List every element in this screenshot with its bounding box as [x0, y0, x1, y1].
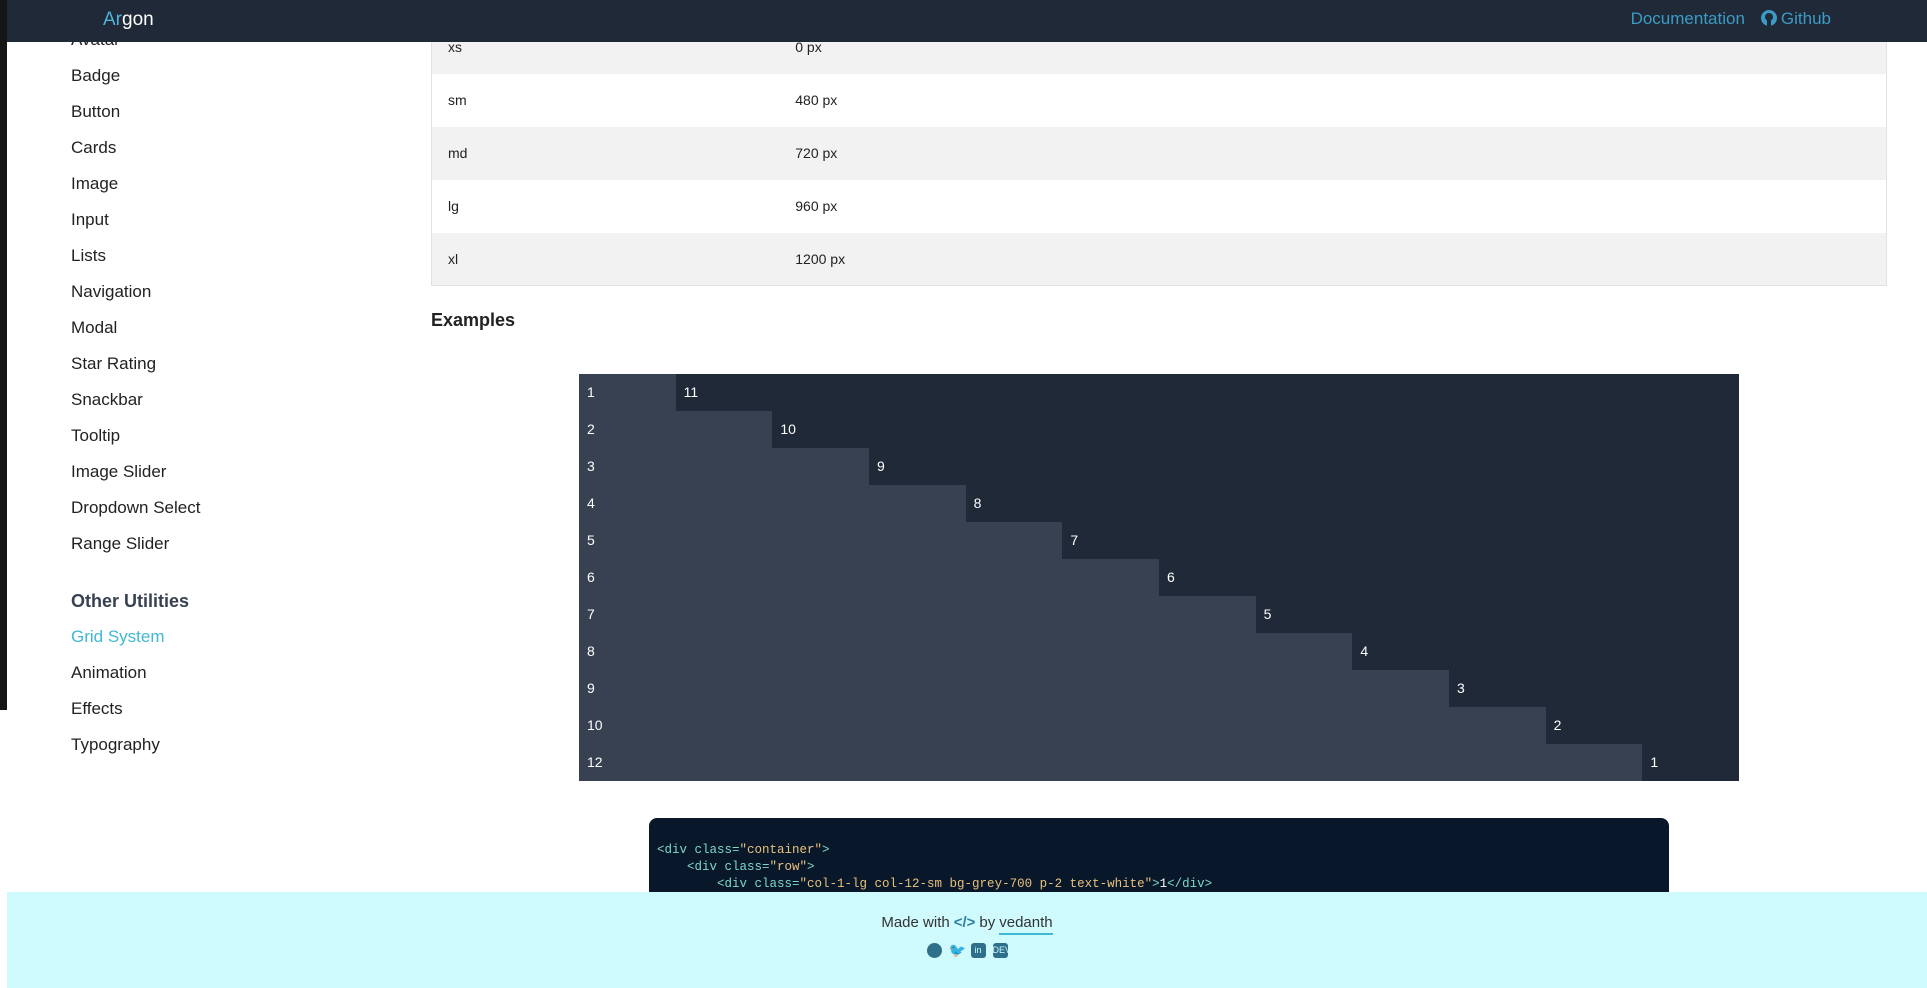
grid-col-right: 1	[1642, 744, 1739, 781]
sidebar-item-tooltip[interactable]: Tooltip	[71, 418, 200, 454]
grid-row: 84	[579, 633, 1739, 670]
breakpoint-width: 480 px	[795, 92, 838, 108]
sidebar-item-navigation[interactable]: Navigation	[71, 274, 200, 310]
github-icon	[1760, 10, 1777, 26]
sidebar: AvatarBadgeButtonCardsImageInputListsNav…	[71, 22, 200, 763]
examples-heading: Examples	[431, 310, 516, 330]
sidebar-section-heading: Other Utilities	[71, 591, 190, 611]
grid-col-right: 2	[1545, 707, 1739, 744]
grid-col-right: 3	[1449, 670, 1739, 707]
sidebar-item-modal[interactable]: Modal	[71, 310, 200, 346]
grid-col-left: 2	[579, 411, 773, 448]
documentation-link[interactable]: Documentation	[1631, 9, 1745, 29]
sidebar-item-animation[interactable]: Animation	[71, 655, 200, 691]
grid-row: 57	[579, 522, 1739, 559]
grid-row: 75	[579, 596, 1739, 633]
table-row: md 720 px	[431, 126, 1887, 180]
grid-row: 12 1	[579, 744, 1739, 781]
sidebar-item-button[interactable]: Button	[71, 94, 200, 130]
breakpoint-name: sm	[448, 92, 467, 108]
grid-col-right: 7	[1062, 522, 1739, 559]
dev-icon[interactable]: DEV	[992, 943, 1011, 958]
breakpoint-width: 960 px	[795, 198, 838, 214]
linkedin-icon[interactable]: in	[970, 943, 986, 958]
grid-col-left: 9	[579, 670, 1449, 707]
grid-row: 10 2	[579, 707, 1739, 744]
sidebar-item-dropdown-select[interactable]: Dropdown Select	[71, 490, 200, 526]
sidebar-item-range-slider[interactable]: Range Slider	[71, 526, 200, 562]
sidebar-item-image[interactable]: Image	[71, 166, 200, 202]
sidebar-item-snackbar[interactable]: Snackbar	[71, 382, 200, 418]
twitter-icon[interactable]: 🐦	[949, 943, 966, 958]
grid-col-right: 5	[1255, 596, 1739, 633]
table-row: xl 1200 px	[431, 232, 1887, 286]
grid-col-left: 7	[579, 596, 1256, 633]
github-icon[interactable]	[926, 943, 942, 958]
grid-col-right: 4	[1352, 633, 1739, 670]
sidebar-item-badge[interactable]: Badge	[71, 58, 200, 94]
author-link[interactable]: vedanth	[999, 914, 1053, 935]
grid-col-right: 9	[869, 448, 1739, 485]
background-window-edge	[0, 0, 7, 710]
top-navbar: Argon Documentation Github	[7, 0, 1927, 42]
breakpoint-width: 720 px	[795, 145, 838, 161]
grid-row: 48	[579, 485, 1739, 522]
github-link[interactable]: Github	[1760, 9, 1831, 29]
grid-example: 1 11 2 10 3 9 4 8 5 7 6 6 7 5 8 4 9 3 10 2 12 1	[579, 374, 1739, 781]
grid-row: 66	[579, 559, 1739, 596]
grid-col-right: 8	[965, 485, 1739, 522]
breakpoint-width: 1200 px	[795, 250, 846, 267]
grid-col-left: 12	[579, 744, 1643, 781]
grid-col-right: 6	[1159, 559, 1739, 596]
sidebar-item-lists[interactable]: Lists	[71, 238, 200, 274]
footer: Made with </> by vedanth 🐦 in DEV	[7, 892, 1927, 988]
breakpoint-name: md	[448, 145, 468, 161]
grid-col-left: 8	[579, 633, 1353, 670]
sidebar-item-input[interactable]: Input	[71, 202, 200, 238]
breakpoint-name: xl	[448, 250, 459, 267]
grid-row: 1 11	[579, 374, 1739, 411]
table-row: lg 960 px	[432, 180, 1887, 233]
sidebar-item-image-slider[interactable]: Image Slider	[71, 454, 200, 490]
table-row: sm 480 px	[432, 74, 1887, 127]
grid-col-right: 11	[675, 374, 1739, 411]
grid-col-left: 1	[579, 374, 676, 411]
sidebar-item-effects[interactable]: Effects	[71, 691, 200, 727]
grid-col-left: 5	[579, 522, 1063, 559]
grid-col-left: 4	[579, 485, 966, 522]
grid-row: 93	[579, 670, 1739, 707]
grid-col-left: 3	[579, 448, 869, 485]
logo[interactable]: Argon	[103, 9, 154, 31]
grid-col-left: 10	[579, 707, 1546, 744]
grid-row: 2 10	[579, 411, 1739, 448]
grid-row: 39	[579, 448, 1739, 485]
sidebar-item-star-rating[interactable]: Star Rating	[71, 346, 200, 382]
sidebar-item-grid-system[interactable]: Grid System	[71, 619, 200, 655]
grid-col-right: 10	[772, 411, 1739, 448]
code-icon: </>	[953, 914, 976, 931]
sidebar-item-typography[interactable]: Typography	[71, 727, 200, 763]
sidebar-item-cards[interactable]: Cards	[71, 130, 200, 166]
breakpoints-table: xs 0 px sm 480 px md 720 px lg 960 px xl 1200 px	[431, 20, 1887, 286]
breakpoint-name: lg	[448, 198, 459, 214]
grid-col-left: 6	[579, 559, 1159, 596]
